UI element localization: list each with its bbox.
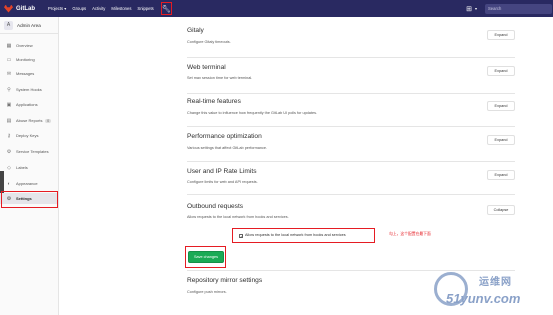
sidebar-item-deploy-keys[interactable]: ⚷ Deploy Keys	[0, 130, 59, 141]
sidebar-item-messages[interactable]: ✉ Messages	[0, 68, 59, 79]
sidebar-item-label: Abuse Reports	[16, 118, 43, 123]
section-title: Performance optimization	[187, 133, 262, 140]
sidebar-item-service-templates[interactable]: ⚙ Service Templates	[0, 146, 59, 157]
allow-local-requests-checkbox[interactable]: ✓	[239, 234, 243, 239]
section-gitaly: Gitaly Configure Gitaly timeouts. Expand	[187, 24, 515, 58]
section-title: Real-time features	[187, 98, 241, 105]
sidebar-item-label: Messages	[16, 71, 35, 76]
search-input[interactable]: Search	[485, 3, 552, 14]
sidebar-item-label: Deploy Keys	[16, 133, 39, 138]
section-title: Gitaly	[187, 27, 204, 34]
template-icon: ⚙	[6, 148, 12, 155]
sidebar-header[interactable]: A Admin Area	[0, 17, 58, 34]
expand-button[interactable]: Expand	[487, 30, 515, 40]
nav-groups[interactable]: Groups	[72, 6, 86, 11]
sidebar-title: Admin Area	[17, 22, 41, 28]
sidebar-item-label: System Hooks	[16, 87, 42, 92]
watermark: 运维网 51yunv.com	[432, 270, 553, 315]
sidebar-item-overview[interactable]: ▦ Overview	[0, 40, 59, 51]
section-title: Web terminal	[187, 64, 226, 71]
envelope-icon: ✉	[6, 70, 12, 77]
monitor-icon: ▭	[6, 56, 12, 63]
nav-projects[interactable]: Projects ▾	[48, 6, 66, 11]
nav-activity[interactable]: Activity	[92, 6, 105, 11]
section-description: Configure limits for web and API request…	[187, 180, 258, 184]
section-description: Set max session time for web terminal.	[187, 76, 253, 80]
sidebar-item-applications[interactable]: ▣ Applications	[0, 99, 59, 110]
section-real-time-features: Real-time features Change this value to …	[187, 94, 515, 127]
section-description: Change this value to influence how frequ…	[187, 111, 318, 115]
sidebar-item-label: Labels	[16, 165, 28, 170]
applications-icon: ▣	[6, 101, 12, 108]
expand-button[interactable]: Expand	[487, 170, 515, 180]
expand-button[interactable]: Expand	[487, 101, 515, 111]
section-title: User and IP Rate Limits	[187, 168, 257, 175]
plus-square-icon[interactable]: ⊞	[466, 5, 472, 13]
section-title: Repository mirror settings	[187, 277, 263, 284]
nav-milestones[interactable]: Milestones	[111, 6, 131, 11]
section-web-terminal: Web terminal Set max session time for we…	[187, 58, 515, 94]
admin-avatar: A	[4, 20, 13, 30]
abuse-count-badge: 0	[45, 118, 51, 123]
logo-text: GitLab	[16, 5, 35, 12]
section-title: Outbound requests	[187, 203, 244, 210]
sidebar-item-labels[interactable]: ◇ Labels	[0, 162, 59, 173]
collapse-button[interactable]: Collapse	[487, 205, 515, 215]
expand-button[interactable]: Expand	[487, 135, 515, 145]
sidebar-item-monitoring[interactable]: ▭ Monitoring	[0, 54, 59, 65]
sidebar-item-label: Appearance	[16, 181, 38, 186]
report-icon: ▤	[6, 117, 12, 124]
wrench-icon: 🔧︎	[161, 5, 171, 13]
annotation-note: 勾上，这个配置在最下面	[389, 232, 431, 236]
settings-highlight-box	[1, 191, 58, 208]
tanuki-icon	[4, 4, 13, 13]
label-icon: ◇	[7, 164, 11, 171]
overview-icon: ▦	[6, 42, 12, 49]
key-icon: ⚷	[7, 132, 11, 139]
watermark-top-text: 运维网	[479, 277, 512, 288]
sidebar-item-label: Applications	[16, 102, 38, 107]
hook-icon: ⚲	[7, 86, 11, 93]
section-rate-limits: User and IP Rate Limits Configure limits…	[187, 162, 515, 195]
sidebar-item-label: Monitoring	[16, 57, 35, 62]
sidebar-item-label: Overview	[16, 43, 33, 48]
save-changes-button[interactable]: Save changes	[188, 251, 224, 263]
appearance-icon: ◐	[7, 180, 11, 187]
sidebar-item-abuse-reports[interactable]: ▤ Abuse Reports 0	[0, 115, 59, 126]
admin-area-button[interactable]: 🔧︎	[160, 2, 172, 15]
sidebar-item-system-hooks[interactable]: ⚲ System Hooks	[0, 84, 59, 95]
section-description: Configure push mirrors.	[187, 290, 227, 294]
nav-snippets[interactable]: Snippets	[137, 6, 153, 11]
section-description: Allow requests to the local network from…	[187, 215, 289, 219]
allow-local-requests-label[interactable]: Allow requests to the local network from…	[245, 233, 346, 237]
sidebar-item-appearance[interactable]: ◐ Appearance	[0, 178, 59, 189]
chevron-down-icon[interactable]: ▾	[475, 6, 477, 11]
expand-button[interactable]: Expand	[487, 66, 515, 76]
sidebar-item-label: Service Templates	[16, 149, 49, 154]
section-description: Various settings that affect GitLab perf…	[187, 146, 268, 150]
section-description: Configure Gitaly timeouts.	[187, 40, 231, 44]
watermark-bottom-text: 51yunv.com	[446, 291, 521, 306]
section-performance-optimization: Performance optimization Various setting…	[187, 127, 515, 162]
gitlab-logo[interactable]: GitLab	[4, 4, 35, 13]
top-navbar: GitLab Projects ▾ Groups Activity Milest…	[0, 0, 553, 17]
